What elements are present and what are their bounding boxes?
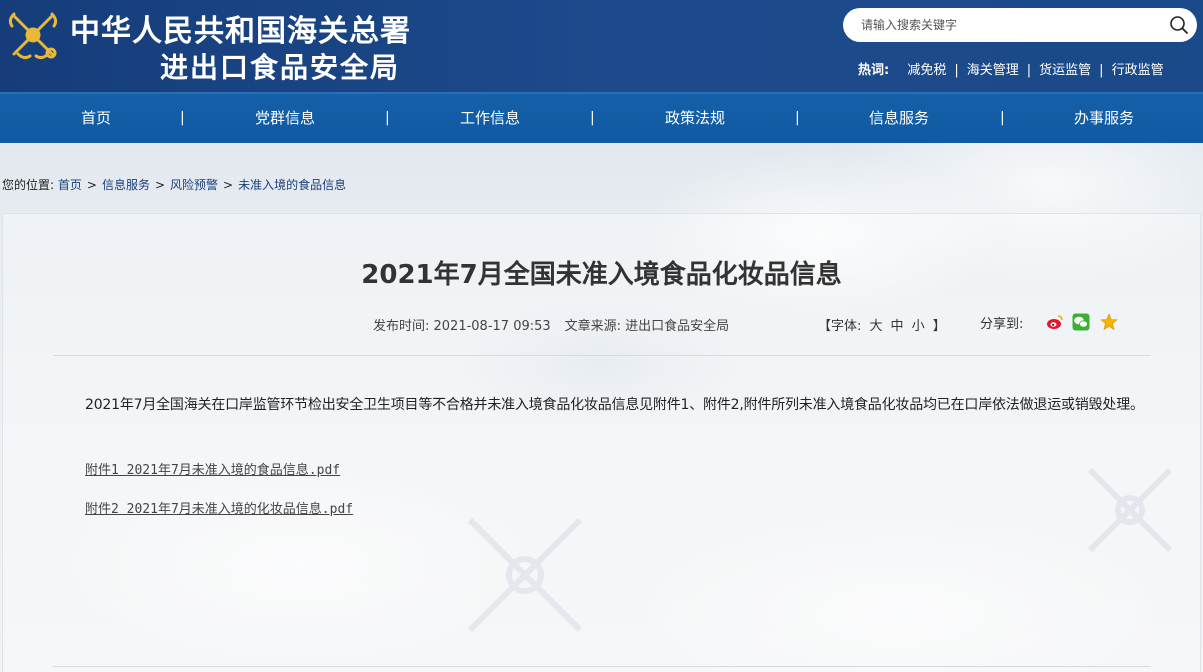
hotwords: 热词: 减免税 | 海关管理 | 货运监管 | 行政监管 (858, 59, 1164, 78)
publish-time: 发布时间: 2021-08-17 09:53 (373, 319, 551, 334)
font-size-control: 【字体: 大中小 】 (818, 315, 946, 334)
font-size-close: 】 (932, 319, 946, 334)
hotwords-label: 热词: (858, 63, 890, 78)
nav-separator: | (1000, 110, 1005, 126)
divider (53, 355, 1151, 356)
share-bar: 分享到: (980, 313, 1118, 332)
search-icon[interactable] (1169, 15, 1189, 35)
share-label: 分享到: (980, 317, 1024, 332)
nav-item-party[interactable]: 党群信息 (215, 94, 355, 143)
wechat-icon[interactable] (1072, 313, 1090, 331)
nav-item-home[interactable]: 首页 (26, 94, 166, 143)
breadcrumb-arrow: > (86, 178, 97, 192)
nav-separator: | (385, 110, 390, 126)
nav-separator: | (180, 110, 185, 126)
breadcrumb-prefix: 您的位置: (2, 178, 55, 192)
search-box (843, 8, 1197, 42)
breadcrumb: 您的位置: 首页 > 信息服务 > 风险预警 > 未准入境的食品信息 (2, 176, 346, 193)
main-nav: 首页 | 党群信息 | 工作信息 | 政策法规 | 信息服务 | 办事服务 (0, 92, 1203, 143)
article-title: 2021年7月全国未准入境食品化妆品信息 (361, 260, 842, 290)
nav-item-info-service[interactable]: 信息服务 (829, 94, 969, 143)
weibo-icon[interactable] (1046, 313, 1064, 331)
customs-emblem-icon (8, 12, 58, 60)
breadcrumb-link[interactable]: 首页 (58, 178, 82, 192)
nav-item-affairs[interactable]: 办事服务 (1034, 94, 1174, 143)
hotword-separator: | (1099, 63, 1104, 78)
breadcrumb-arrow: > (223, 178, 234, 192)
site-header: 中华人民共和国海关总署 进出口食品安全局 热词: 减免税 | 海关管理 | 货运监管 | 行… (0, 0, 1203, 92)
search-input[interactable] (861, 14, 1161, 36)
attachment-link-2[interactable]: 附件2 2021年7月未准入境的化妆品信息.pdf (85, 498, 353, 517)
article-source: 文章来源: 进出口食品安全局 (564, 319, 730, 334)
article-body: 2021年7月全国海关在口岸监管环节检出安全卫生项目等不合格并未准入境食品化妆品… (85, 397, 1144, 413)
article-meta: 发布时间: 2021-08-17 09:53 文章来源: 进出口食品安全局 (373, 315, 729, 334)
hotword-link[interactable]: 海关管理 (967, 63, 1019, 78)
font-size-open: 【字体: (818, 319, 862, 334)
breadcrumb-link[interactable]: 风险预警 (170, 178, 218, 192)
qzone-star-icon[interactable] (1100, 313, 1118, 331)
font-size-small[interactable]: 小 (912, 319, 925, 334)
divider (53, 666, 1151, 667)
hotword-separator: | (1026, 63, 1032, 78)
site-title-primary: 中华人民共和国海关总署 (70, 14, 411, 49)
attachment-link-1[interactable]: 附件1 2021年7月未准入境的食品信息.pdf (85, 459, 340, 478)
nav-item-policy[interactable]: 政策法规 (625, 94, 765, 143)
nav-item-work[interactable]: 工作信息 (420, 94, 560, 143)
font-size-medium[interactable]: 中 (891, 319, 904, 334)
breadcrumb-link[interactable]: 信息服务 (102, 178, 150, 192)
breadcrumb-link[interactable]: 未准入境的食品信息 (238, 178, 346, 192)
hotword-link[interactable]: 行政监管 (1112, 63, 1164, 78)
hotword-link[interactable]: 减免税 (907, 63, 946, 78)
breadcrumb-arrow: > (154, 178, 166, 192)
site-title-secondary: 进出口食品安全局 (160, 51, 401, 84)
font-size-large[interactable]: 大 (870, 319, 883, 334)
hotword-separator: | (954, 63, 959, 78)
nav-separator: | (795, 110, 800, 126)
nav-separator: | (590, 110, 595, 126)
hotword-link[interactable]: 货运监管 (1039, 63, 1091, 78)
